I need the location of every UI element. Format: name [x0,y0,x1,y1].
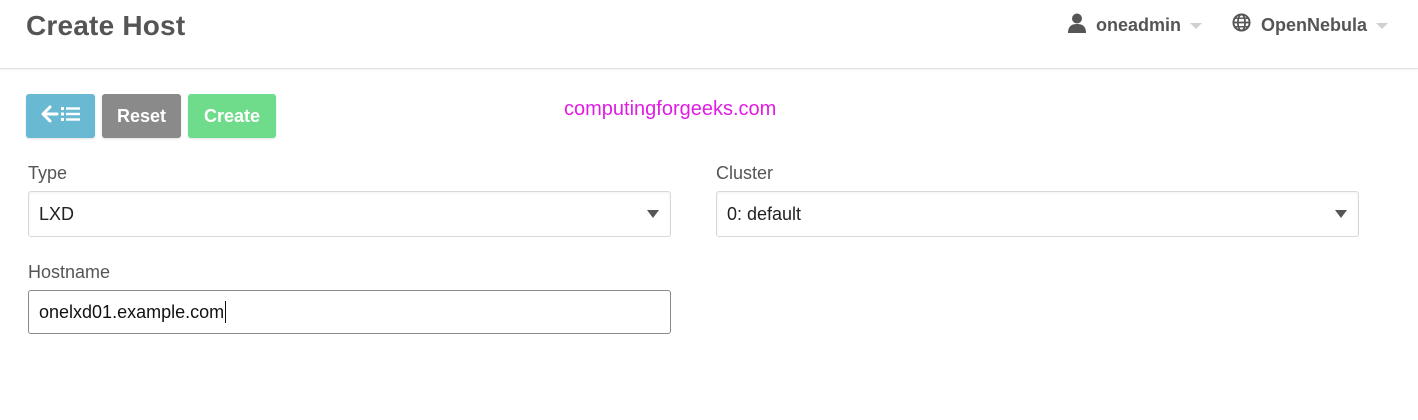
cluster-label: Cluster [716,163,774,183]
form-toolbar: Reset Create [26,94,276,138]
hostname-label: Hostname [28,262,111,282]
hostname-input-value: onelxd01.example.com [39,301,225,322]
user-menu[interactable]: oneadmin [1068,13,1203,38]
create-button[interactable]: Create [188,94,276,138]
watermark-text: computingforgeeks.com [564,98,777,120]
chevron-down-icon [1190,23,1203,29]
zone-menu-label: OpenNebula [1261,14,1368,35]
dropdown-arrow-icon [1335,210,1347,218]
chevron-down-icon [1376,23,1389,29]
cluster-select[interactable]: 0: default [716,191,1359,237]
zone-menu[interactable]: OpenNebula [1232,13,1389,37]
top-header: Create Host oneadmin OpenNebula [0,0,1418,69]
back-to-list-button[interactable] [26,94,95,138]
user-icon [1068,13,1086,38]
dropdown-arrow-icon [647,210,659,218]
back-to-list-icon [40,105,82,128]
type-select-value: LXD [39,203,75,224]
hostname-input[interactable]: onelxd01.example.com [28,290,671,334]
user-menu-label: oneadmin [1096,14,1182,35]
cluster-select-value: 0: default [727,203,802,224]
text-cursor [225,301,227,323]
type-label: Type [28,163,68,183]
page-title: Create Host [26,10,186,41]
globe-icon [1232,13,1251,37]
type-select[interactable]: LXD [28,191,671,237]
reset-button[interactable]: Reset [102,94,181,138]
